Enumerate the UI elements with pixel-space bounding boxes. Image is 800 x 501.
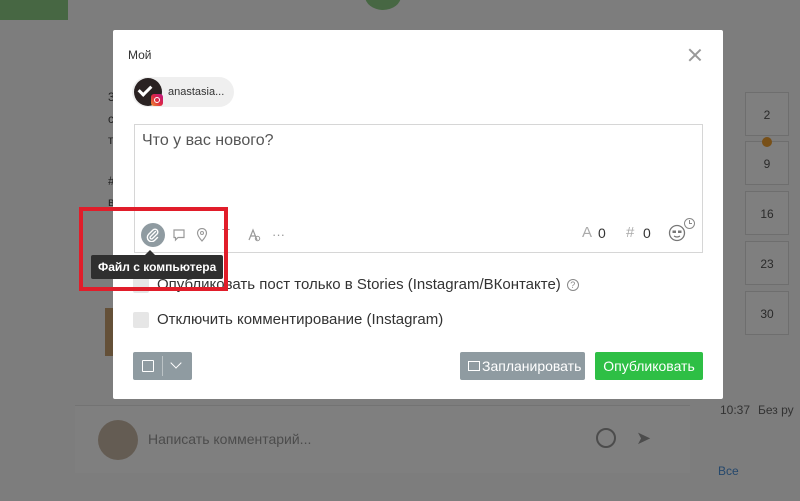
modal-title: Мой xyxy=(128,48,152,62)
account-name: anastasia... xyxy=(168,86,225,98)
disable-comments-checkbox[interactable] xyxy=(133,312,149,328)
character-count-icon: A xyxy=(582,224,593,241)
clock-icon[interactable] xyxy=(684,218,695,229)
calendar-icon xyxy=(468,361,480,371)
avatar xyxy=(134,78,163,106)
hashtag-count-icon: # xyxy=(626,224,635,241)
publish-button[interactable]: Опубликовать xyxy=(595,352,703,380)
check-icon xyxy=(137,82,153,97)
more-icon[interactable]: ··· xyxy=(272,228,285,241)
close-icon[interactable] xyxy=(688,48,702,62)
schedule-button[interactable]: Запланировать xyxy=(460,352,585,380)
font-style-icon[interactable] xyxy=(247,228,261,244)
account-chip[interactable]: anastasia... xyxy=(132,77,235,107)
hashtag-count: 0 xyxy=(643,225,651,241)
attach-file-tooltip: Файл с компьютера xyxy=(91,250,224,279)
schedule-button-label: Запланировать xyxy=(482,358,582,374)
disable-comments-label: Отключить комментирование (Instagram) xyxy=(157,311,444,328)
note-icon xyxy=(142,360,154,372)
instagram-icon xyxy=(151,94,163,106)
chevron-down-icon[interactable] xyxy=(170,357,182,369)
character-count: 0 xyxy=(598,225,606,241)
help-icon[interactable]: ? xyxy=(566,279,579,291)
draft-button[interactable] xyxy=(133,352,192,380)
button-divider xyxy=(162,356,163,376)
post-text-input[interactable]: Что у вас нового? xyxy=(142,132,274,150)
